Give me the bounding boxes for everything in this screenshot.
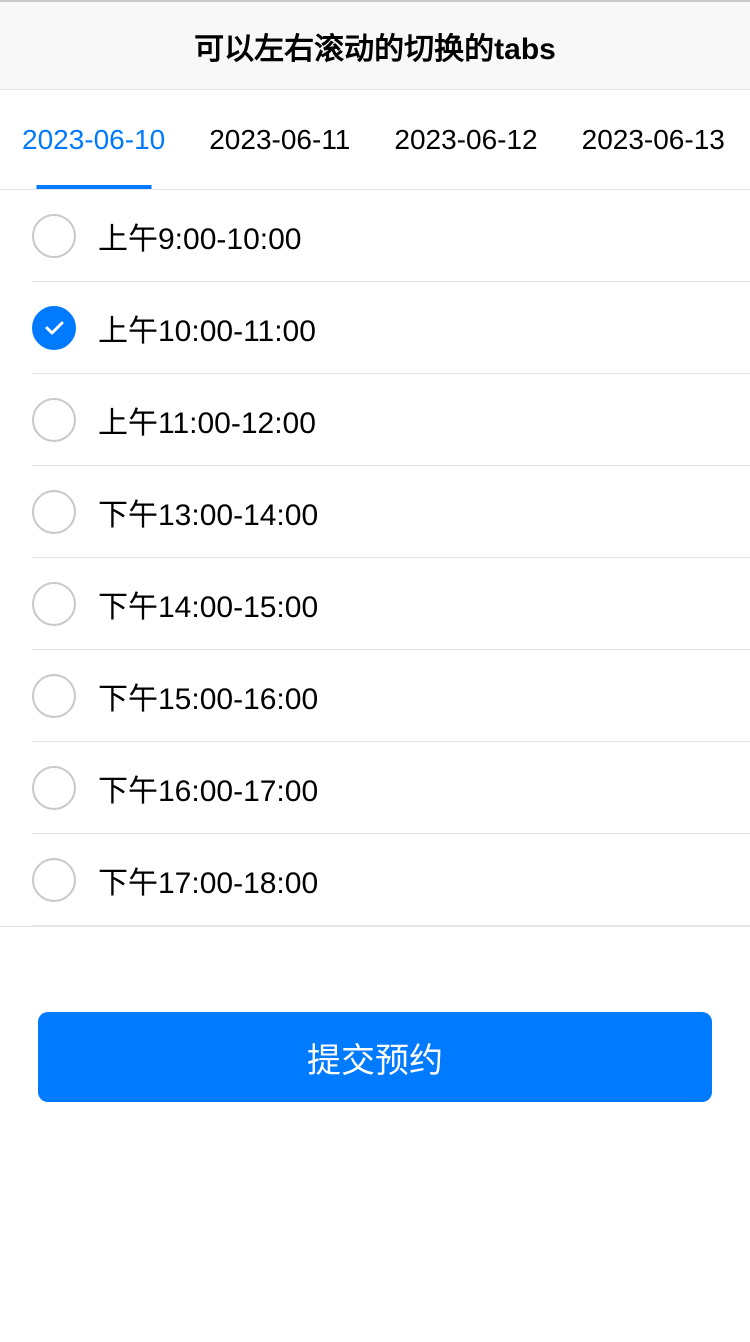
- radio-button[interactable]: [32, 214, 76, 258]
- time-slot-item[interactable]: 下午14:00-15:00: [0, 558, 750, 650]
- time-slot-label: 下午16:00-17:00: [98, 766, 318, 810]
- tab-date-0[interactable]: 2023-06-10: [0, 90, 187, 189]
- time-slot-label: 下午14:00-15:00: [98, 582, 318, 626]
- time-slot-label: 上午10:00-11:00: [98, 306, 316, 350]
- tab-label: 2023-06-10: [22, 124, 165, 156]
- radio-button[interactable]: [32, 306, 76, 350]
- time-slot-label: 下午13:00-14:00: [98, 490, 318, 534]
- time-slot-label: 上午9:00-10:00: [98, 214, 301, 258]
- time-slot-item[interactable]: 上午9:00-10:00: [0, 190, 750, 282]
- radio-button[interactable]: [32, 858, 76, 902]
- time-slot-item[interactable]: 上午11:00-12:00: [0, 374, 750, 466]
- time-slot-item[interactable]: 上午10:00-11:00: [0, 282, 750, 374]
- time-slot-item[interactable]: 下午15:00-16:00: [0, 650, 750, 742]
- tab-label: 2023-06-11: [209, 124, 350, 156]
- footer: 提交预约: [0, 927, 750, 1102]
- radio-button[interactable]: [32, 398, 76, 442]
- time-slot-item[interactable]: 下午16:00-17:00: [0, 742, 750, 834]
- time-slot-item[interactable]: 下午17:00-18:00: [0, 834, 750, 926]
- submit-button-label: 提交预约: [307, 1033, 443, 1082]
- tab-label: 2023-06-13: [582, 124, 725, 156]
- tab-label: 2023-06-12: [394, 124, 537, 156]
- time-slot-item[interactable]: 下午13:00-14:00: [0, 466, 750, 558]
- tab-date-2[interactable]: 2023-06-12: [372, 90, 559, 189]
- tab-date-3[interactable]: 2023-06-13: [560, 90, 747, 189]
- tab-date-1[interactable]: 2023-06-11: [187, 90, 372, 189]
- date-tabs[interactable]: 2023-06-10 2023-06-11 2023-06-12 2023-06…: [0, 90, 750, 190]
- radio-button[interactable]: [32, 582, 76, 626]
- radio-button[interactable]: [32, 674, 76, 718]
- check-icon: [42, 316, 66, 340]
- time-slot-list: 上午9:00-10:00 上午10:00-11:00 上午11:00-12:00…: [0, 190, 750, 927]
- time-slot-label: 下午15:00-16:00: [98, 674, 318, 718]
- radio-button[interactable]: [32, 766, 76, 810]
- radio-button[interactable]: [32, 490, 76, 534]
- time-slot-label: 下午17:00-18:00: [98, 858, 318, 902]
- page-title: 可以左右滚动的切换的tabs: [194, 24, 556, 68]
- time-slot-label: 上午11:00-12:00: [98, 398, 316, 442]
- header: 可以左右滚动的切换的tabs: [0, 0, 750, 90]
- submit-button[interactable]: 提交预约: [38, 1012, 712, 1102]
